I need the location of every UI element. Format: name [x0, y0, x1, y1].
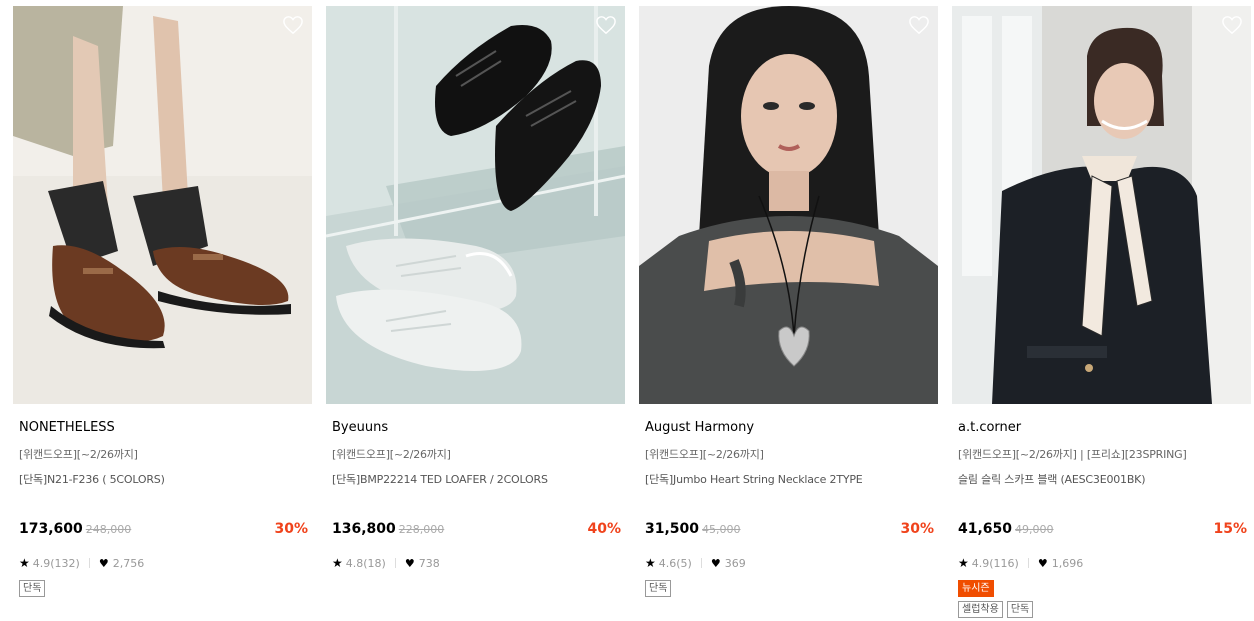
promo-text: [위캔드오프][~2/26까지] | [프리쇼][23SPRING]: [958, 448, 1187, 461]
brand-name[interactable]: Byeuuns: [332, 420, 388, 435]
star-icon: ★: [19, 556, 30, 570]
price: 173,600 248,000: [19, 521, 131, 537]
brand-name[interactable]: August Harmony: [645, 420, 754, 435]
tag-exclusive: 단독: [1006, 601, 1034, 618]
product-card[interactable]: NONETHELESS [위캔드오프][~2/26까지] [단독]N21-F23…: [13, 6, 312, 621]
tag-list: 단독: [19, 580, 299, 597]
wishlist-heart-icon[interactable]: [282, 15, 304, 35]
heart-filled-icon: ♥: [1037, 556, 1048, 570]
rating: 4.6(5): [658, 556, 692, 570]
tag-celeb-worn: 셀럽착용: [958, 601, 1003, 618]
discount-rate: 40%: [587, 521, 621, 537]
heart-filled-icon: ♥: [710, 556, 721, 570]
product-image[interactable]: [639, 6, 938, 404]
product-card[interactable]: August Harmony [위캔드오프][~2/26까지] [단독]Jumb…: [639, 6, 938, 621]
like-count: 369: [724, 556, 746, 570]
product-meta: ★ 4.8(18) ♥ 738: [332, 556, 440, 570]
divider: [394, 558, 396, 568]
promo-text: [위캔드오프][~2/26까지]: [645, 448, 764, 461]
product-name[interactable]: [단독]N21-F236 ( 5COLORS): [19, 471, 165, 487]
star-icon: ★: [958, 556, 969, 570]
tag-list: 뉴시즌 셀럽착용 단독: [958, 580, 1238, 618]
divider: [1027, 558, 1029, 568]
tag-list: 단독: [645, 580, 925, 597]
wishlist-heart-icon[interactable]: [908, 15, 930, 35]
original-price: 228,000: [398, 523, 445, 536]
like-count: 2,756: [112, 556, 145, 570]
original-price: 45,000: [702, 523, 741, 536]
original-price: 49,000: [1015, 523, 1054, 536]
divider: [700, 558, 702, 568]
price: 136,800 228,000: [332, 521, 444, 537]
product-meta: ★ 4.9(132) ♥ 2,756: [19, 556, 144, 570]
sale-price: 136,800: [332, 521, 396, 537]
product-image[interactable]: [13, 6, 312, 404]
brand-name[interactable]: NONETHELESS: [19, 420, 115, 435]
product-name[interactable]: [단독]Jumbo Heart String Necklace 2TYPE: [645, 471, 863, 487]
heart-filled-icon: ♥: [98, 556, 109, 570]
product-name[interactable]: 슬림 슬릭 스카프 블랙 (AESC3E001BK): [958, 471, 1145, 487]
price: 31,500 45,000: [645, 521, 741, 537]
star-icon: ★: [332, 556, 343, 570]
product-card[interactable]: Byeuuns [위캔드오프][~2/26까지] [단독]BMP22214 TE…: [326, 6, 625, 621]
tag-exclusive: 단독: [19, 580, 46, 597]
like-count: 1,696: [1051, 556, 1084, 570]
price: 41,650 49,000: [958, 521, 1054, 537]
promo-text: [위캔드오프][~2/26까지]: [332, 448, 451, 461]
tag-exclusive: 단독: [645, 580, 672, 597]
wishlist-heart-icon[interactable]: [595, 15, 617, 35]
original-price: 248,000: [85, 523, 132, 536]
tag-new-season: 뉴시즌: [958, 580, 994, 597]
sale-price: 173,600: [19, 521, 83, 537]
wishlist-heart-icon[interactable]: [1221, 15, 1243, 35]
product-meta: ★ 4.6(5) ♥ 369: [645, 556, 746, 570]
divider: [88, 558, 90, 568]
product-name[interactable]: [단독]BMP22214 TED LOAFER / 2COLORS: [332, 471, 548, 487]
like-count: 738: [418, 556, 440, 570]
promo-text: [위캔드오프][~2/26까지]: [19, 448, 138, 461]
rating: 4.9(132): [32, 556, 80, 570]
product-image[interactable]: [326, 6, 625, 404]
product-image[interactable]: [952, 6, 1251, 404]
discount-rate: 30%: [274, 521, 308, 537]
rating: 4.9(116): [971, 556, 1019, 570]
discount-rate: 15%: [1213, 521, 1247, 537]
product-meta: ★ 4.9(116) ♥ 1,696: [958, 556, 1083, 570]
sale-price: 31,500: [645, 521, 700, 537]
star-icon: ★: [645, 556, 656, 570]
discount-rate: 30%: [900, 521, 934, 537]
rating: 4.8(18): [345, 556, 386, 570]
sale-price: 41,650: [958, 521, 1013, 537]
heart-filled-icon: ♥: [404, 556, 415, 570]
brand-name[interactable]: a.t.corner: [958, 420, 1021, 435]
product-card[interactable]: a.t.corner [위캔드오프][~2/26까지] | [프리쇼][23SP…: [952, 6, 1251, 621]
